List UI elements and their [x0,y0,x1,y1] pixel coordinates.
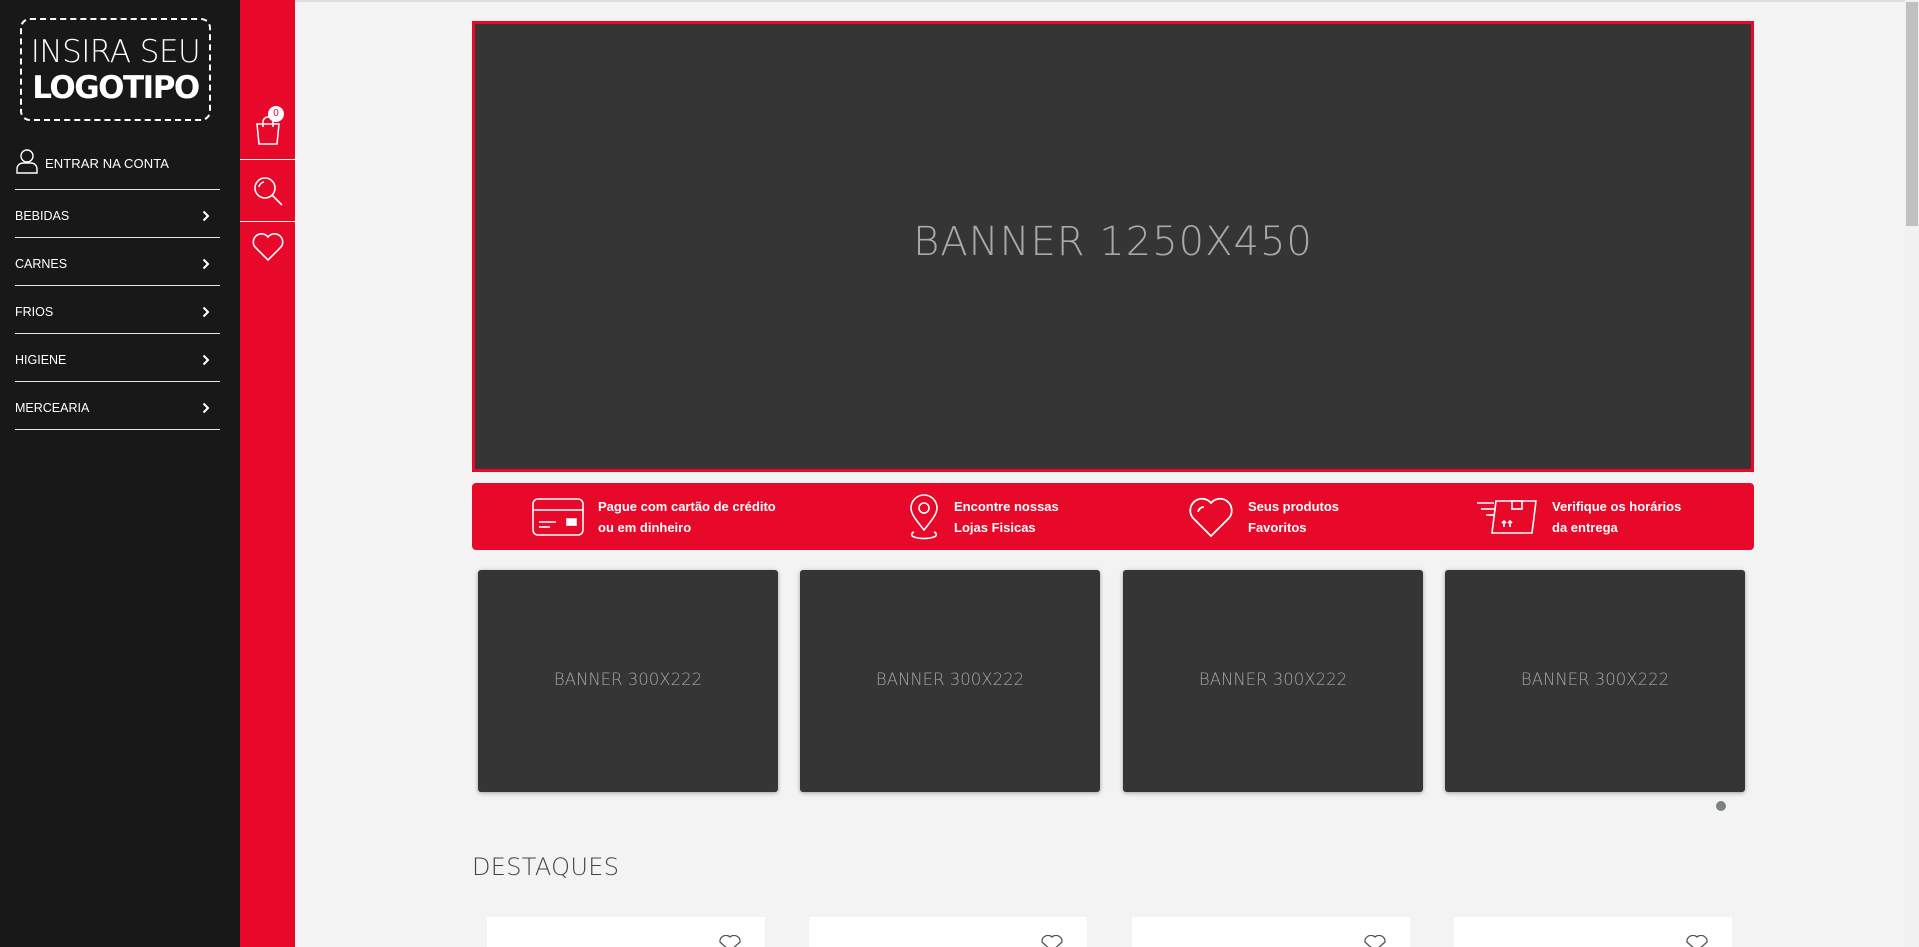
search-button[interactable] [240,160,295,222]
logo-line2: LOGOTIPO [32,70,200,106]
small-banner[interactable]: BANNER 300X222 [478,570,778,792]
small-banner-label: BANNER 300X222 [1198,669,1348,689]
user-icon [16,149,38,174]
carousel-dot[interactable] [1716,801,1726,811]
small-banner[interactable]: BANNER 300X222 [1445,570,1745,792]
info-payment[interactable]: Pague com cartão de crédito ou em dinhei… [532,483,776,550]
info-line2: ou em dinheiro [598,519,692,535]
chevron-right-icon [202,402,210,413]
info-line2: Lojas Fisicas [954,519,1036,535]
chevron-right-icon [202,258,210,269]
search-icon [253,176,283,206]
heart-icon[interactable] [1684,935,1710,947]
delivery-box-icon [1477,499,1537,534]
heart-icon[interactable] [717,935,743,947]
info-line1: Pague com cartão de crédito [598,498,776,514]
menu-item-bebidas[interactable]: BEBIDAS [15,190,220,238]
product-card[interactable] [487,917,765,947]
info-line2: Favoritos [1248,519,1307,535]
category-menu: BEBIDAS CARNES FRIOS HIGIENE MERCEARIA [15,190,220,430]
menu-item-higiene[interactable]: HIGIENE [15,334,220,382]
product-card[interactable] [809,917,1087,947]
heart-icon [1189,497,1233,537]
section-title: DESTAQUES [472,853,620,881]
menu-item-label: CARNES [15,256,68,271]
menu-item-mercearia[interactable]: MERCEARIA [15,382,220,430]
chevron-right-icon [202,306,210,317]
scrollbar-thumb[interactable] [1906,2,1918,226]
heart-icon [252,233,283,262]
hero-banner[interactable]: BANNER 1250X450 [472,21,1754,472]
hero-banner-label: BANNER 1250X450 [913,218,1313,265]
cart-count-badge: 0 [268,106,284,122]
menu-item-carnes[interactable]: CARNES [15,238,220,286]
info-line1: Verifique os horários [1552,498,1682,514]
product-card[interactable] [1454,917,1732,947]
logo-placeholder[interactable]: INSIRA SEU LOGOTIPO [20,18,211,121]
info-stores[interactable]: Encontre nossas Lojas Fisicas [908,483,1059,550]
cart-button[interactable]: 0 [240,100,295,160]
menu-item-frios[interactable]: FRIOS [15,286,220,334]
chevron-right-icon [202,210,210,221]
info-line1: Encontre nossas [954,498,1059,514]
small-banner[interactable]: BANNER 300X222 [800,570,1100,792]
heart-icon[interactable] [1362,935,1388,947]
product-card[interactable] [1132,917,1410,947]
action-bar: 0 [240,0,295,947]
small-banner-label: BANNER 300X222 [1520,669,1670,689]
menu-item-label: HIGIENE [15,352,67,367]
small-banner[interactable]: BANNER 300X222 [1123,570,1423,792]
login-label: ENTRAR NA CONTA [45,156,170,171]
small-banner-label: BANNER 300X222 [875,669,1025,689]
info-delivery[interactable]: Verifique os horários da entrega [1476,483,1681,550]
small-banner-label: BANNER 300X222 [553,669,703,689]
map-pin-icon [910,493,938,539]
top-divider [295,0,1905,2]
credit-card-icon [532,497,584,536]
sidebar: INSIRA SEU LOGOTIPO ENTRAR NA CONTA BEBI… [0,0,240,947]
chevron-right-icon [202,354,210,365]
login-link[interactable]: ENTRAR NA CONTA [15,148,220,190]
logo-line1: INSIRA SEU [30,34,201,70]
info-line2: da entrega [1552,519,1618,535]
info-line1: Seus produtos [1248,498,1340,514]
menu-item-label: BEBIDAS [15,208,70,223]
info-bar: Pague com cartão de crédito ou em dinhei… [472,483,1754,550]
menu-item-label: FRIOS [15,304,54,319]
favorites-button[interactable] [240,222,295,272]
heart-icon[interactable] [1039,935,1065,947]
menu-item-label: MERCEARIA [15,400,90,415]
info-favorites[interactable]: Seus produtos Favoritos [1188,483,1339,550]
